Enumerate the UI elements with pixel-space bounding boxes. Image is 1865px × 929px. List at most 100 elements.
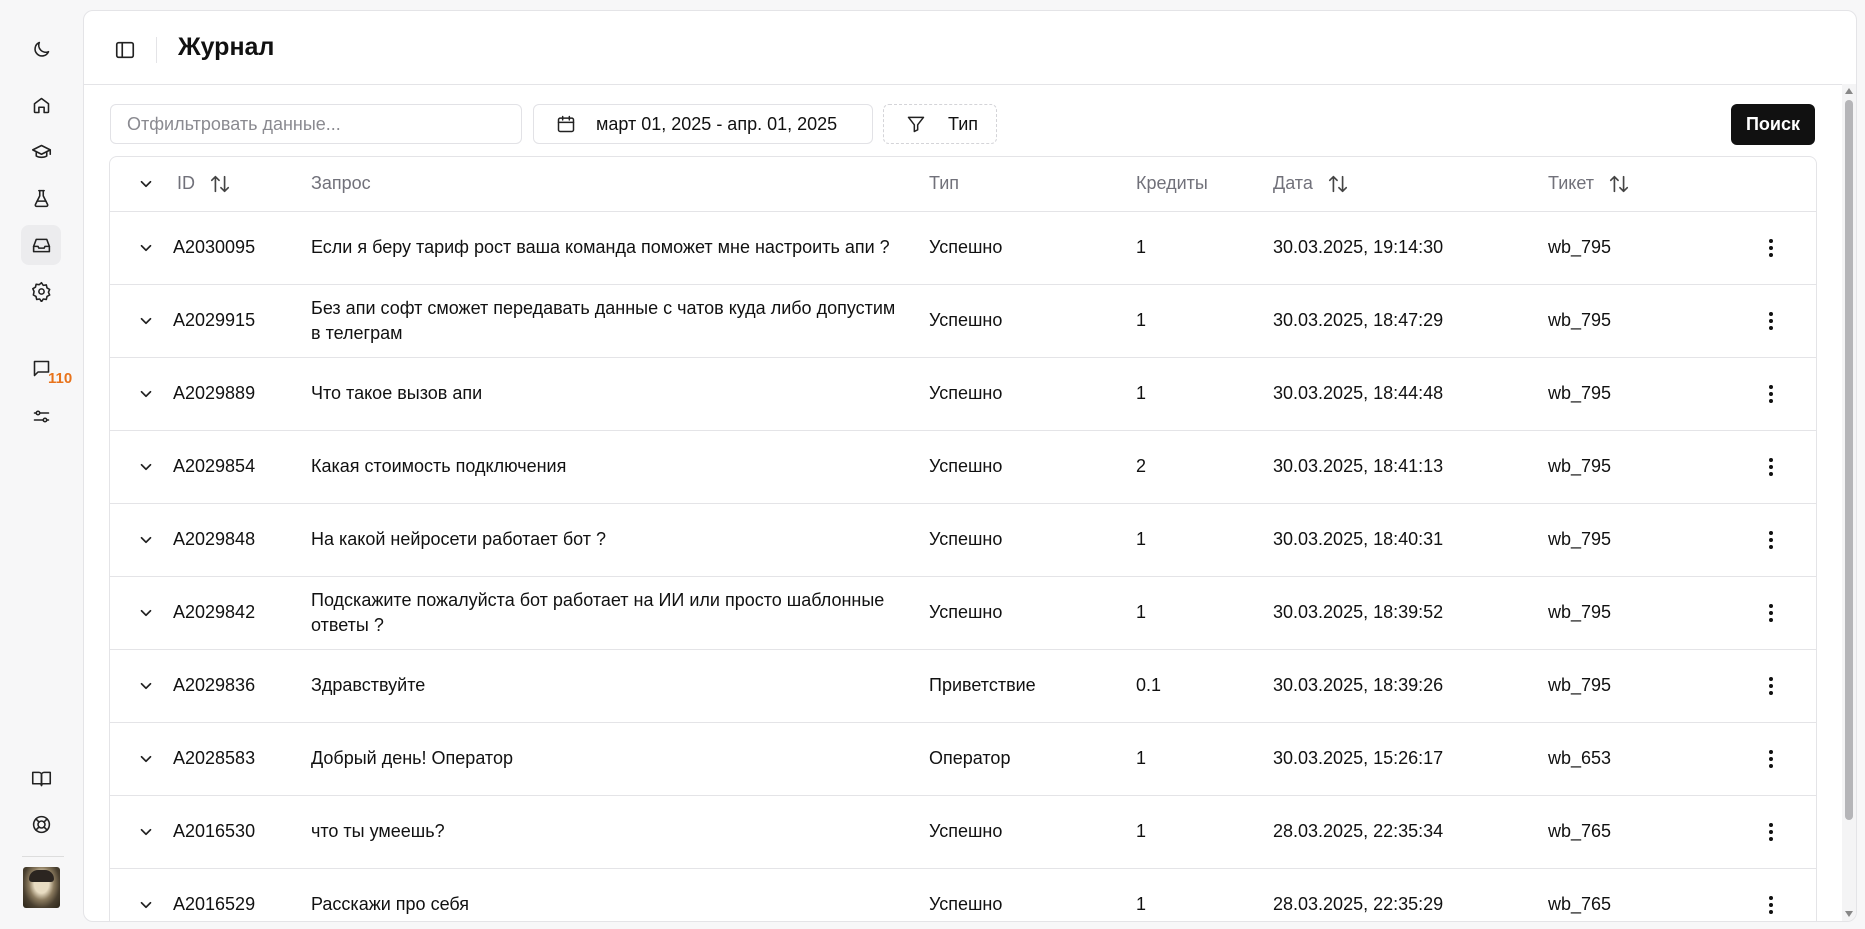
cell-id: A2028583 [173, 748, 256, 768]
inbox-icon[interactable] [21, 225, 61, 265]
table-row[interactable]: A2029842 Подскажите пожалуйста бот работа… [110, 576, 1816, 649]
chevron-down-icon [140, 682, 152, 689]
cell-request: Добрый день! Оператор [311, 748, 513, 768]
cell-id: A2016530 [173, 821, 256, 841]
avatar[interactable] [23, 867, 60, 908]
cell-credits: 1 [1136, 383, 1147, 403]
cell-date: 30.03.2025, 15:26:17 [1273, 748, 1444, 768]
cell-type: Успешно [929, 894, 1003, 914]
moon-icon[interactable] [21, 29, 61, 69]
more-vertical-icon [1769, 457, 1773, 476]
home-icon[interactable] [21, 85, 61, 125]
more-vertical-icon [1769, 895, 1773, 914]
column-ticket-label: Тикет [1548, 173, 1594, 194]
scroll-down-arrow[interactable] [1845, 911, 1853, 917]
page-header: Журнал [84, 11, 1856, 85]
cell-credits: 1 [1136, 821, 1147, 841]
chevron-down-icon [140, 244, 152, 251]
cell-id: A2029889 [173, 383, 256, 403]
row-expand-toggle[interactable] [110, 795, 173, 868]
table-row[interactable]: A2016529 Расскажи про себя Успешно 1 28.03.2… [110, 868, 1816, 921]
scroll-up-arrow[interactable] [1845, 88, 1853, 94]
row-menu-button[interactable] [1758, 357, 1816, 430]
chevron-down-icon [140, 390, 152, 397]
row-menu-button[interactable] [1758, 868, 1816, 921]
sidebar-toggle-icon[interactable] [114, 39, 136, 61]
row-expand-toggle[interactable] [110, 649, 173, 722]
cell-date: 30.03.2025, 18:47:29 [1273, 310, 1444, 330]
cell-ticket: wb_765 [1548, 894, 1612, 914]
column-credits: Кредиты [1136, 173, 1208, 194]
expand-all-toggle[interactable] [110, 157, 173, 211]
cell-type: Приветствие [929, 675, 1036, 695]
row-expand-toggle[interactable] [110, 503, 173, 576]
chevron-down-icon [140, 463, 152, 470]
sort-icon[interactable] [1313, 173, 1349, 195]
column-ticket[interactable]: Тикет [1548, 157, 1758, 211]
cell-request: Подскажите пожалуйста бот работает на ИИ… [311, 589, 885, 635]
graduation-cap-icon[interactable] [21, 132, 61, 172]
more-vertical-icon [1769, 238, 1773, 257]
flask-icon[interactable] [21, 178, 61, 218]
table-row[interactable]: A2028583 Добрый день! Оператор Оператор 1 30… [110, 722, 1816, 795]
cell-type: Успешно [929, 310, 1003, 330]
row-expand-toggle[interactable] [110, 868, 173, 921]
gear-icon[interactable] [21, 271, 61, 311]
cell-id: A2029842 [173, 602, 256, 622]
sliders-icon[interactable] [21, 396, 61, 436]
column-request: Запрос [311, 173, 371, 194]
column-id[interactable]: ID [173, 157, 311, 211]
column-type: Тип [929, 173, 960, 194]
row-menu-button[interactable] [1758, 722, 1816, 795]
cell-id: A2030095 [173, 237, 256, 257]
row-expand-toggle[interactable] [110, 722, 173, 795]
cell-credits: 2 [1136, 456, 1147, 476]
type-filter-button[interactable]: Тип [883, 104, 997, 144]
row-expand-toggle[interactable] [110, 576, 173, 649]
cell-credits: 1 [1136, 529, 1147, 549]
cell-request: Что такое вызов апи [311, 383, 483, 403]
row-menu-button[interactable] [1758, 284, 1816, 357]
cell-type: Успешно [929, 821, 1003, 841]
row-menu-button[interactable] [1758, 211, 1816, 284]
cell-credits: 0.1 [1136, 675, 1162, 695]
chevron-down-icon [140, 828, 152, 835]
row-menu-button[interactable] [1758, 649, 1816, 722]
cell-date: 28.03.2025, 22:35:29 [1273, 894, 1444, 914]
chevron-down-icon [140, 755, 152, 762]
sort-icon[interactable] [1594, 173, 1630, 195]
table-row[interactable]: A2029889 Что такое вызов апи Успешно 1 30.03… [110, 357, 1816, 430]
cell-request: Без апи софт сможет передавать данные с … [311, 297, 896, 343]
date-range-button[interactable]: март 01, 2025 - апр. 01, 2025 [533, 104, 873, 144]
table-row[interactable]: A2016530 что ты умеешь? Успешно 1 28.03.2025… [110, 795, 1816, 868]
row-expand-toggle[interactable] [110, 430, 173, 503]
row-expand-toggle[interactable] [110, 357, 173, 430]
row-menu-button[interactable] [1758, 430, 1816, 503]
scroll-thumb[interactable] [1845, 100, 1853, 820]
cell-ticket: wb_795 [1548, 456, 1612, 476]
scrollbar[interactable] [1842, 84, 1856, 921]
table-row[interactable]: A2029836 Здравствуйте Приветствие 0.1 30.03.… [110, 649, 1816, 722]
sort-icon[interactable] [195, 173, 231, 195]
table-row[interactable]: A2030095 Если я беру тариф рост ваша кома… [110, 211, 1816, 284]
search-button[interactable]: Поиск [1731, 104, 1815, 145]
table-row[interactable]: A2029854 Какая стоимость подключения Успеш… [110, 430, 1816, 503]
calendar-icon [557, 115, 575, 133]
lifebuoy-icon[interactable] [21, 804, 61, 844]
book-icon[interactable] [21, 758, 61, 798]
filter-input[interactable] [110, 104, 522, 144]
column-date[interactable]: Дата [1273, 157, 1548, 211]
row-menu-button[interactable] [1758, 503, 1816, 576]
cell-credits: 1 [1136, 602, 1147, 622]
more-vertical-icon [1769, 530, 1773, 549]
cell-ticket: wb_795 [1548, 675, 1612, 695]
table-row[interactable]: A2029848 На какой нейросети работает бот … [110, 503, 1816, 576]
row-expand-toggle[interactable] [110, 211, 173, 284]
more-vertical-icon [1769, 822, 1773, 841]
cell-ticket: wb_795 [1548, 310, 1612, 330]
table-row[interactable]: A2029915 Без апи софт сможет передавать д… [110, 284, 1816, 357]
date-range-label: март 01, 2025 - апр. 01, 2025 [596, 113, 838, 134]
row-menu-button[interactable] [1758, 795, 1816, 868]
row-menu-button[interactable] [1758, 576, 1816, 649]
row-expand-toggle[interactable] [110, 284, 173, 357]
